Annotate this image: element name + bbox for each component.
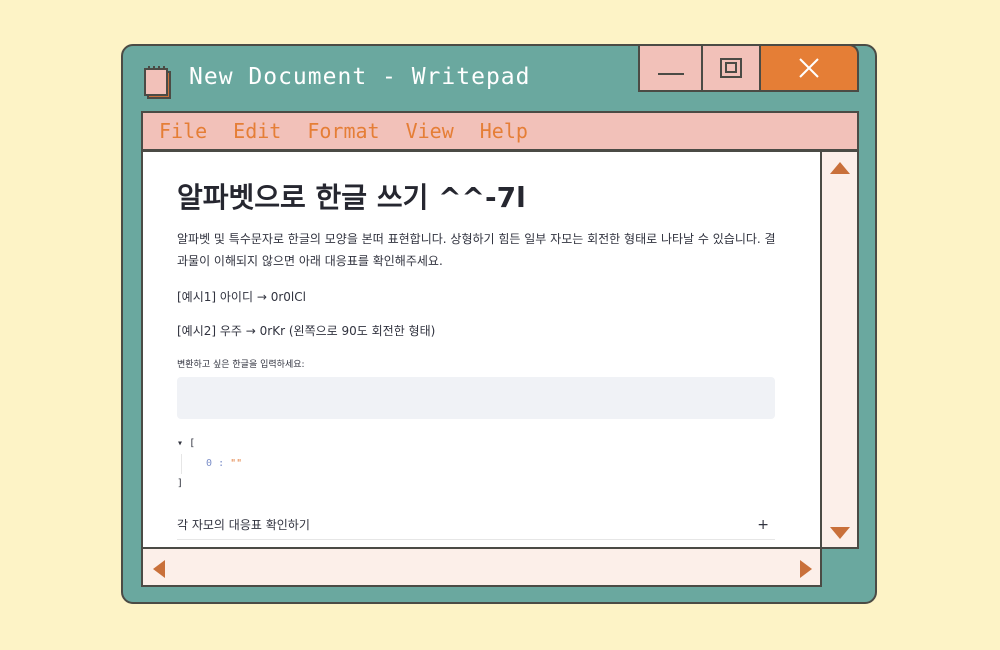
- mapping-table-expander[interactable]: 각 자모의 대응표 확인하기 +: [177, 510, 775, 540]
- maximize-button[interactable]: [701, 44, 761, 92]
- scroll-right-icon[interactable]: [800, 560, 812, 578]
- scroll-down-icon[interactable]: [830, 527, 850, 539]
- menu-bar: File Edit Format View Help: [141, 111, 859, 151]
- document-content: 알파벳으로 한글 쓰기 ^^-7l 알파벳 및 특수문자로 한글의 모양을 본떠…: [141, 150, 822, 549]
- hangul-input[interactable]: [177, 377, 775, 419]
- maximize-icon: [720, 58, 742, 78]
- minimize-icon: [657, 73, 684, 75]
- vertical-scrollbar[interactable]: [820, 150, 859, 549]
- menu-help[interactable]: Help: [480, 119, 528, 143]
- json-sep: :: [218, 458, 225, 469]
- json-value: "": [230, 458, 243, 469]
- window-title: New Document - Writepad: [189, 64, 531, 90]
- minimize-button[interactable]: [638, 44, 703, 92]
- plus-icon: +: [757, 516, 769, 533]
- example-2: [예시2] 우주 → 0rKr (왼쪽으로 90도 회전한 형태): [177, 324, 436, 338]
- json-close-bracket: ]: [177, 478, 184, 489]
- menu-view[interactable]: View: [406, 119, 454, 143]
- close-button[interactable]: [759, 44, 859, 92]
- json-key: 0: [206, 458, 213, 469]
- scroll-up-icon[interactable]: [830, 162, 850, 174]
- json-output: ▾ [ 0 : "" ]: [177, 434, 242, 494]
- expander-label: 각 자모의 대응표 확인하기: [177, 518, 310, 532]
- json-toggle-icon[interactable]: ▾: [177, 438, 183, 449]
- horizontal-scrollbar[interactable]: [141, 547, 822, 587]
- json-open-bracket: [: [189, 438, 196, 449]
- example-1: [예시1] 아이디 → 0r0lCl: [177, 290, 306, 304]
- scroll-left-icon[interactable]: [153, 560, 165, 578]
- input-label: 변환하고 싶은 한글을 입력하세요:: [177, 360, 305, 370]
- document-icon: [144, 66, 171, 99]
- menu-format[interactable]: Format: [307, 119, 379, 143]
- menu-file[interactable]: File: [159, 119, 207, 143]
- json-open-line[interactable]: ▾ [: [177, 434, 242, 454]
- menu-edit[interactable]: Edit: [233, 119, 281, 143]
- writepad-window: New Document - Writepad File Edit Format…: [121, 44, 877, 604]
- json-entry: 0 : "": [181, 454, 242, 474]
- close-icon: [799, 58, 819, 78]
- page-description: 알파벳 및 특수문자로 한글의 모양을 본떠 표현합니다. 상형하기 힘든 일부…: [177, 232, 776, 268]
- page-heading: 알파벳으로 한글 쓰기 ^^-7l: [177, 181, 526, 214]
